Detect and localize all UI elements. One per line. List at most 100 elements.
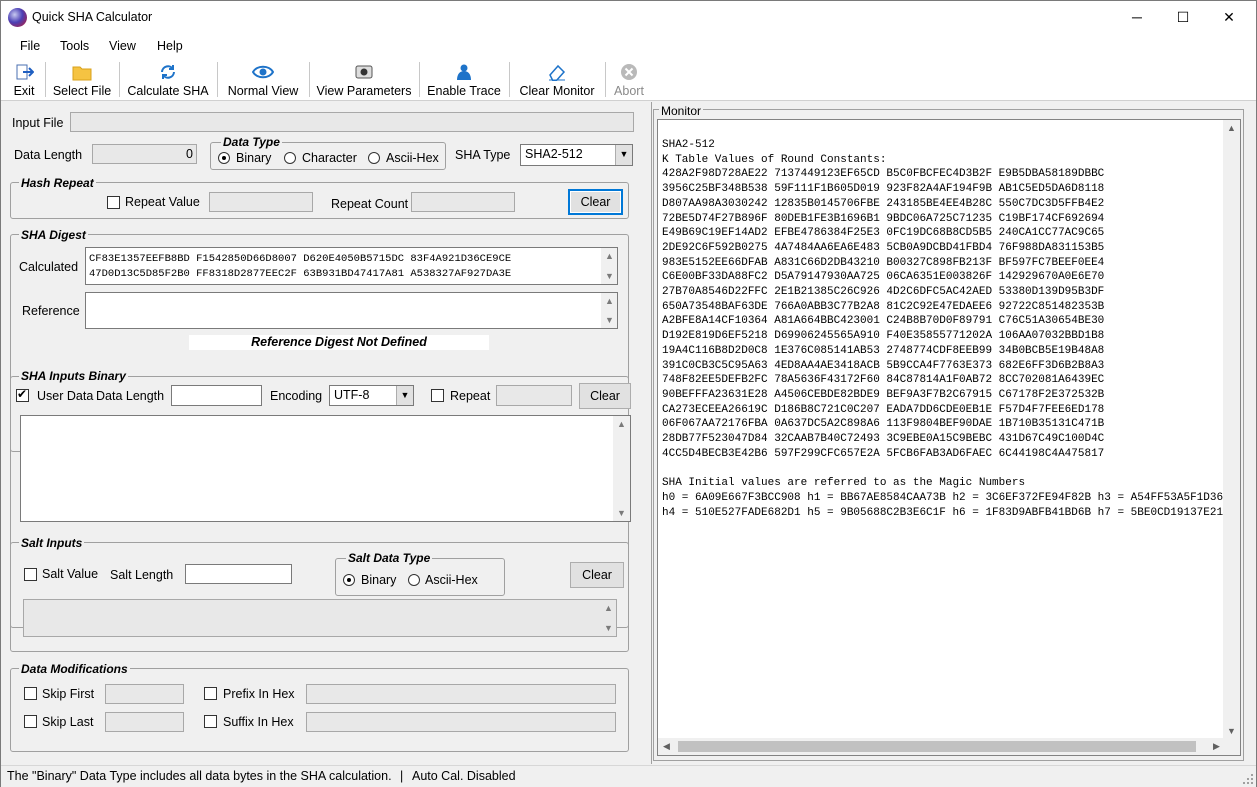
calculated-digest-line-1: CF83E1357EEFB8BD F1542850D66D8007 D620E4…	[89, 253, 512, 265]
skip-first-checkbox[interactable]	[24, 687, 37, 700]
chevron-down-icon[interactable]: ▼	[396, 386, 413, 405]
hash-repeat-title: Hash Repeat	[19, 176, 96, 190]
eye-icon	[252, 65, 274, 79]
salt-value-field[interactable]: ▲ ▼	[23, 599, 617, 637]
trace-icon	[457, 64, 471, 80]
suffix-in-hex-checkbox[interactable]	[204, 715, 217, 728]
binary-radio[interactable]	[218, 152, 230, 164]
repeat-field[interactable]	[496, 385, 572, 406]
select-file-button[interactable]: Select File	[49, 60, 115, 100]
salt-scrollbar[interactable]: ▲ ▼	[600, 600, 616, 636]
panel-splitter[interactable]	[651, 102, 652, 764]
salt-ascii-hex-label: Ascii-Hex	[425, 573, 478, 587]
scroll-up-icon[interactable]: ▲	[1223, 120, 1240, 136]
repeat-value-field[interactable]	[209, 192, 313, 212]
user-data-checkbox[interactable]	[16, 387, 29, 402]
scroll-down-icon[interactable]: ▼	[613, 505, 630, 521]
monitor-scroll-thumb[interactable]	[678, 741, 1196, 752]
reference-scrollbar[interactable]: ▲ ▼	[601, 293, 617, 328]
repeat-checkbox[interactable]	[431, 389, 444, 402]
scroll-down-icon[interactable]: ▼	[601, 268, 618, 284]
user-data-length-field[interactable]	[171, 385, 262, 406]
monitor-line: K Table Values of Round Constants:	[662, 153, 887, 166]
normal-view-label: Normal View	[227, 84, 299, 98]
close-button[interactable]: ✕	[1206, 1, 1252, 33]
view-parameters-button[interactable]: View Parameters	[313, 60, 415, 100]
clear-monitor-button[interactable]: Clear Monitor	[513, 60, 601, 100]
user-data-clear-button[interactable]: Clear	[579, 383, 631, 409]
monitor-line: 90BEFFFA23631E28 A4506CEBDE82BDE9 BEF9A3…	[662, 388, 1105, 401]
scroll-up-icon[interactable]: ▲	[613, 416, 630, 432]
monitor-textbox[interactable]: SHA2-512 K Table Values of Round Constant…	[657, 119, 1241, 756]
minimize-button[interactable]: ─	[1114, 1, 1160, 33]
salt-value-checkbox[interactable]	[24, 568, 37, 581]
menu-view[interactable]: View	[109, 39, 136, 53]
repeat-value-checkbox[interactable]	[107, 196, 120, 209]
exit-button[interactable]: Exit	[5, 60, 43, 100]
scroll-up-icon[interactable]: ▲	[600, 600, 617, 616]
user-data-textarea[interactable]: ▲ ▼	[20, 415, 631, 522]
monitor-vertical-scrollbar[interactable]: ▲ ▼	[1223, 120, 1240, 739]
monitor-line: SHA2-512	[662, 139, 715, 151]
skip-last-field[interactable]	[105, 712, 184, 732]
scroll-up-icon[interactable]: ▲	[601, 248, 618, 264]
salt-length-label: Salt Length	[110, 568, 174, 582]
status-message: The "Binary" Data Type includes all data…	[7, 769, 392, 783]
monitor-text: SHA2-512 K Table Values of Round Constant…	[662, 138, 1236, 520]
ascii-hex-radio[interactable]	[368, 152, 380, 164]
user-data-scrollbar[interactable]: ▲ ▼	[613, 416, 630, 521]
salt-clear-button[interactable]: Clear	[570, 562, 624, 588]
salt-length-field[interactable]	[185, 564, 292, 584]
hash-repeat-clear-button[interactable]: Clear	[568, 189, 623, 215]
monitor-line: E49B69C19EF14AD2 EFBE4786384F25E3 0FC19D…	[662, 227, 1105, 240]
character-radio[interactable]	[284, 152, 296, 164]
menu-help[interactable]: Help	[157, 39, 183, 53]
reference-digest-field[interactable]: ▲ ▼	[85, 292, 618, 329]
folder-icon	[72, 66, 92, 81]
toolbar-divider	[217, 62, 218, 97]
scroll-left-icon[interactable]: ◀	[658, 738, 675, 755]
prefix-in-hex-field[interactable]	[306, 684, 616, 704]
skip-first-field[interactable]	[105, 684, 184, 704]
monitor-line: 06F067AA72176FBA 0A637DC5A2C898A6 113F98…	[662, 418, 1105, 431]
monitor-line: A2BFE8A14CF10364 A81A664BBC423001 C24B8B…	[662, 315, 1105, 328]
menu-file[interactable]: File	[20, 39, 40, 53]
resize-grip-icon[interactable]	[1242, 773, 1254, 785]
monitor-horizontal-scrollbar[interactable]: ◀ ▶	[658, 738, 1225, 755]
repeat-count-label: Repeat Count	[331, 197, 409, 211]
calculated-scrollbar[interactable]: ▲ ▼	[601, 248, 617, 284]
sha-type-value: SHA2-512	[525, 147, 583, 161]
encoding-select[interactable]: UTF-8 ▼	[329, 385, 414, 406]
monitor-line: 391C0CB3C5C95A63 4ED8AA4AE3418ACB 5B9CCA…	[662, 359, 1105, 372]
scroll-up-icon[interactable]: ▲	[601, 293, 618, 309]
abort-button[interactable]: Abort	[609, 60, 649, 100]
toolbar-divider	[309, 62, 310, 97]
normal-view-button[interactable]: Normal View	[221, 60, 305, 100]
monitor-line: SHA Initial values are referred to as th…	[662, 477, 1026, 490]
chevron-down-icon[interactable]: ▼	[615, 145, 632, 165]
calculated-label: Calculated	[19, 260, 79, 274]
calculate-sha-button[interactable]: Calculate SHA	[123, 60, 213, 100]
scroll-down-icon[interactable]: ▼	[601, 312, 618, 328]
toolbar: Exit Select File Calculate SHA Normal Vi…	[1, 58, 1256, 101]
enable-trace-button[interactable]: Enable Trace	[423, 60, 505, 100]
maximize-button[interactable]: ☐	[1160, 1, 1206, 33]
salt-ascii-hex-radio[interactable]	[408, 574, 420, 586]
scroll-corner	[1223, 738, 1240, 755]
repeat-count-field[interactable]	[411, 192, 515, 212]
salt-binary-radio[interactable]	[343, 574, 355, 586]
calculated-digest-field[interactable]: CF83E1357EEFB8BD F1542850D66D8007 D620E4…	[85, 247, 618, 285]
monitor-line: D192E819D6EF5218 D69906245565A910 F40E35…	[662, 330, 1105, 343]
sha-type-select[interactable]: SHA2-512 ▼	[520, 144, 633, 166]
prefix-in-hex-checkbox[interactable]	[204, 687, 217, 700]
character-radio-label: Character	[302, 151, 357, 165]
input-file-field[interactable]	[70, 112, 634, 132]
scroll-down-icon[interactable]: ▼	[1223, 723, 1240, 739]
abort-label: Abort	[614, 84, 644, 98]
skip-last-checkbox[interactable]	[24, 715, 37, 728]
scroll-down-icon[interactable]: ▼	[600, 620, 617, 636]
suffix-in-hex-field[interactable]	[306, 712, 616, 732]
skip-last-label: Skip Last	[42, 715, 94, 729]
encoding-value: UTF-8	[334, 388, 370, 402]
menu-tools[interactable]: Tools	[60, 39, 89, 53]
